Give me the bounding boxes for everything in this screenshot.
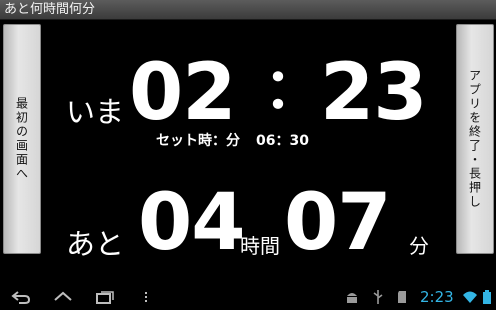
android-debug-icon — [345, 288, 359, 306]
back-to-first-screen-button[interactable]: 最初の画面へ — [3, 24, 41, 254]
current-time-separator: ： — [264, 57, 320, 122]
title-bar: あと何時間何分 — [0, 0, 496, 20]
sd-card-icon — [396, 288, 408, 306]
set-time-value: 06：30 — [256, 133, 309, 149]
current-hours: 02 — [129, 48, 237, 138]
home-icon[interactable] — [52, 288, 74, 306]
back-to-first-screen-label: 最初の画面へ — [14, 97, 29, 181]
remaining-hours-unit: 時間 — [240, 234, 280, 258]
exit-app-label: アプリを終了・長押し — [467, 69, 482, 209]
back-icon[interactable] — [10, 288, 32, 306]
remaining-label: あと — [66, 227, 125, 261]
app-title: あと何時間何分 — [4, 2, 96, 17]
menu-icon[interactable] — [142, 288, 150, 306]
remaining-minutes-unit: 分 — [409, 234, 429, 258]
exit-app-button[interactable]: アプリを終了・長押し — [456, 24, 494, 254]
set-time-label: セット時：分 — [156, 133, 240, 149]
recent-apps-icon[interactable] — [94, 288, 116, 306]
status-clock: 2:23 — [420, 288, 454, 306]
current-time-label: いま — [66, 95, 125, 129]
remaining-hours: 04 — [138, 178, 246, 268]
set-time-row: セット時：分 06：30 — [156, 134, 309, 148]
usb-icon — [372, 288, 384, 306]
wifi-icon — [462, 288, 478, 306]
remaining-minutes: 07 — [284, 178, 392, 268]
current-minutes: 23 — [320, 48, 428, 138]
battery-icon — [482, 288, 492, 306]
